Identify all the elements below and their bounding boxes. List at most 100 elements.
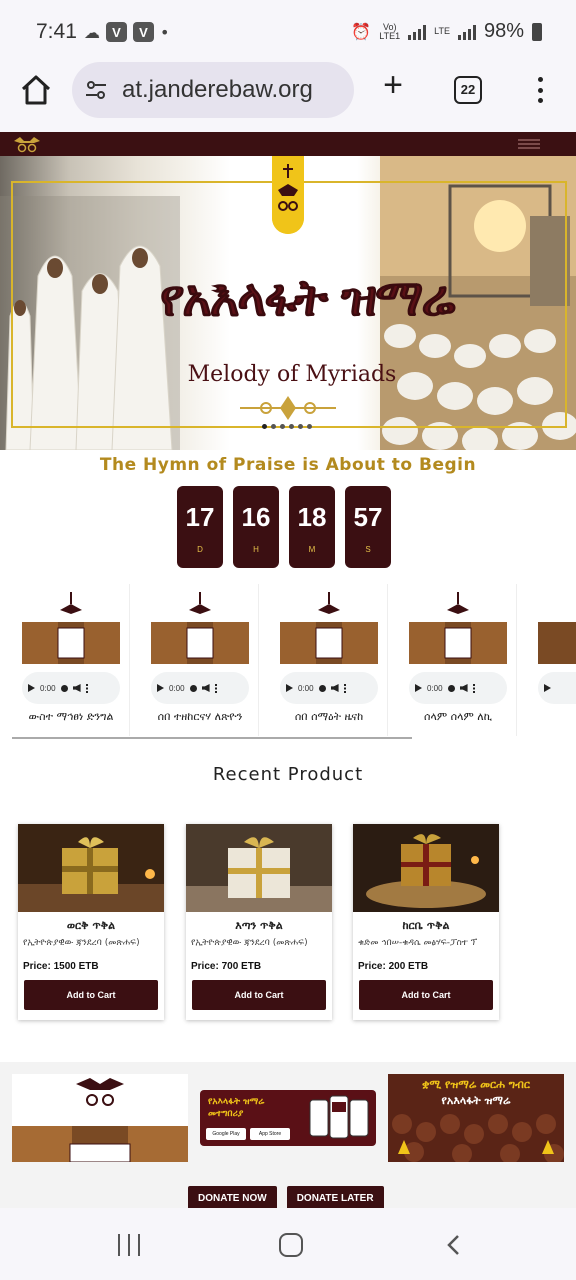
hymn-card[interactable]	[528, 584, 576, 736]
signal-icon	[408, 24, 427, 40]
play-icon[interactable]	[157, 684, 164, 692]
new-tab-button[interactable]: +	[376, 68, 410, 104]
hymn-card[interactable]: 0:00 ሰበ ሰማዕት ዜናከ	[270, 584, 388, 736]
countdown-label: H	[253, 545, 259, 554]
recent-products-title: Recent Product	[212, 764, 364, 785]
url-text[interactable]: at.janderebaw.org	[122, 76, 313, 104]
hymn-card[interactable]: 0:00 ሰላም ሰላም ለኪ	[399, 584, 517, 736]
slider-dot[interactable]	[289, 424, 294, 429]
product-price: Price: 200 ETB	[358, 961, 429, 972]
audio-player[interactable]: 0:00	[22, 672, 120, 704]
app-v-icon: V	[106, 22, 127, 42]
audio-player[interactable]	[538, 672, 576, 704]
audio-time: 0:00	[427, 683, 443, 693]
more-icon[interactable]	[343, 683, 346, 693]
home-button-icon[interactable]	[279, 1233, 303, 1257]
alarm-icon: ⏰	[351, 22, 372, 41]
play-icon[interactable]	[415, 684, 422, 692]
product-description: ቁድመ ኅበሠ-ቁዳሴ መፅሃፍ-ፓስተ ፕ	[358, 938, 478, 948]
donate-now-button[interactable]: DONATE NOW	[188, 1186, 277, 1210]
hymn-cover-image	[409, 588, 507, 664]
more-icon[interactable]	[85, 683, 88, 693]
seek-handle[interactable]	[447, 684, 455, 692]
product-card[interactable]: ወርቅ ጥቅል የኢትዮጵያዊው ጃንደረባ (መጽሐፍ) Price: 150…	[18, 824, 164, 1020]
donate-later-button[interactable]: DONATE LATER	[286, 1186, 384, 1210]
volume-icon[interactable]	[330, 684, 339, 692]
hymn-card[interactable]: 0:00 ሰበ ተዘከርናሃ ለጽዮን	[141, 584, 259, 736]
book-banner-image[interactable]	[12, 1074, 188, 1162]
seek-handle[interactable]	[189, 684, 197, 692]
slider-dot[interactable]	[271, 424, 276, 429]
incense-gift-image	[186, 824, 332, 912]
audio-time: 0:00	[169, 683, 185, 693]
product-price: Price: 700 ETB	[191, 961, 262, 972]
app-banner-title: የአእላፋት ዝማሬ መተግበሪያ	[208, 1097, 265, 1119]
audio-player[interactable]: 0:00	[151, 672, 249, 704]
signal-icon-2	[457, 24, 476, 40]
product-card[interactable]: ከርቤ ጥቅል ቁድመ ኅበሠ-ቁዳሴ መፅሃፍ-ፓስተ ፕ Price: 20…	[353, 824, 499, 1020]
myrrh-gift-image	[353, 824, 499, 912]
product-name[interactable]: ወርቅ ጥቅል	[18, 919, 164, 933]
event-title: የአእላፋት ዝማሬ	[441, 1094, 511, 1107]
browser-menu-button[interactable]	[528, 74, 552, 106]
countdown-seconds: 57 S	[345, 486, 391, 568]
volume-icon[interactable]	[459, 684, 468, 692]
hymn-card[interactable]: 0:00 ውስተ ማኅፀነ ድንግል	[12, 584, 130, 736]
site-logo[interactable]	[12, 135, 42, 153]
app-store-badge[interactable]: App Store	[250, 1128, 290, 1140]
hymn-cover-image	[22, 588, 120, 664]
google-play-badge[interactable]: Google Play	[206, 1128, 246, 1140]
product-description: የኢትዮጵያዊው ጃንደረባ (መጽሐፍ)	[23, 938, 140, 948]
slider-dot[interactable]	[298, 424, 303, 429]
slider-dot[interactable]	[262, 424, 267, 429]
add-to-cart-button[interactable]: Add to Cart	[359, 980, 493, 1010]
hymn-title: ሰላም ሰላም ለኪ	[424, 710, 492, 723]
play-icon[interactable]	[286, 684, 293, 692]
more-icon[interactable]	[214, 683, 217, 693]
product-name[interactable]: እጣን ጥቅል	[186, 919, 332, 933]
more-icon[interactable]	[472, 683, 475, 693]
product-card[interactable]: እጣን ጥቅል የኢትዮጵያዊው ጃንደረባ (መጽሐፍ) Price: 700…	[186, 824, 332, 1020]
app-banner[interactable]: የአእላፋት ዝማሬ መተግበሪያ Google Play App Store	[200, 1090, 376, 1146]
carousel-scrollbar[interactable]	[12, 737, 412, 739]
hymn-title: ሰበ ተዘከርናሃ ለጽዮን	[157, 710, 243, 723]
volte-indicator: Vo) LTE1	[379, 21, 401, 41]
audio-player[interactable]: 0:00	[280, 672, 378, 704]
tab-switcher-button[interactable]: 22	[454, 76, 482, 104]
countdown-value: 57	[353, 502, 383, 532]
battery-percent: 98%	[483, 20, 524, 42]
audio-time: 0:00	[298, 683, 314, 693]
slider-dot[interactable]	[307, 424, 312, 429]
address-bar[interactable]: at.janderebaw.org	[72, 62, 354, 118]
volume-icon[interactable]	[201, 684, 210, 692]
product-price: Price: 1500 ETB	[23, 961, 99, 972]
promo-banner-strip: የአእላፋት ዝማሬ መተግበሪያ Google Play App Store …	[0, 1062, 576, 1210]
event-banner[interactable]: ቋሚ የዝማሬ መርሐ ግብር የአእላፋት ዝማሬ	[388, 1074, 564, 1162]
hero-emblem	[272, 156, 304, 234]
hymn-cover-image	[151, 588, 249, 664]
countdown-hours: 16 H	[233, 486, 279, 568]
audio-player[interactable]: 0:00	[409, 672, 507, 704]
battery-icon	[532, 22, 542, 41]
site-settings-icon[interactable]	[84, 78, 108, 102]
system-nav-bar	[0, 1208, 576, 1280]
slider-dot[interactable]	[280, 424, 285, 429]
audio-time: 0:00	[40, 683, 56, 693]
slider-dots[interactable]	[262, 424, 312, 429]
hymn-cover-image	[538, 588, 576, 664]
add-to-cart-button[interactable]: Add to Cart	[24, 980, 158, 1010]
volume-icon[interactable]	[72, 684, 81, 692]
seek-handle[interactable]	[60, 684, 68, 692]
countdown-label: D	[197, 545, 203, 554]
play-icon[interactable]	[28, 684, 35, 692]
home-icon[interactable]	[18, 72, 54, 108]
product-name[interactable]: ከርቤ ጥቅል	[353, 919, 499, 933]
seek-handle[interactable]	[318, 684, 326, 692]
recent-apps-icon[interactable]	[118, 1234, 140, 1256]
hymn-carousel[interactable]: 0:00 ውስተ ማኅፀነ ድንግል 0:00 ሰበ ተዘከርናሃ ለጽዮን 0…	[12, 584, 576, 740]
add-to-cart-button[interactable]: Add to Cart	[192, 980, 326, 1010]
hamburger-menu-icon[interactable]	[518, 139, 540, 149]
hero-banner[interactable]: የአእላፋት ዝማሬ Melody of Myriads	[0, 156, 576, 450]
play-icon[interactable]	[544, 684, 551, 692]
back-icon[interactable]	[446, 1234, 460, 1256]
